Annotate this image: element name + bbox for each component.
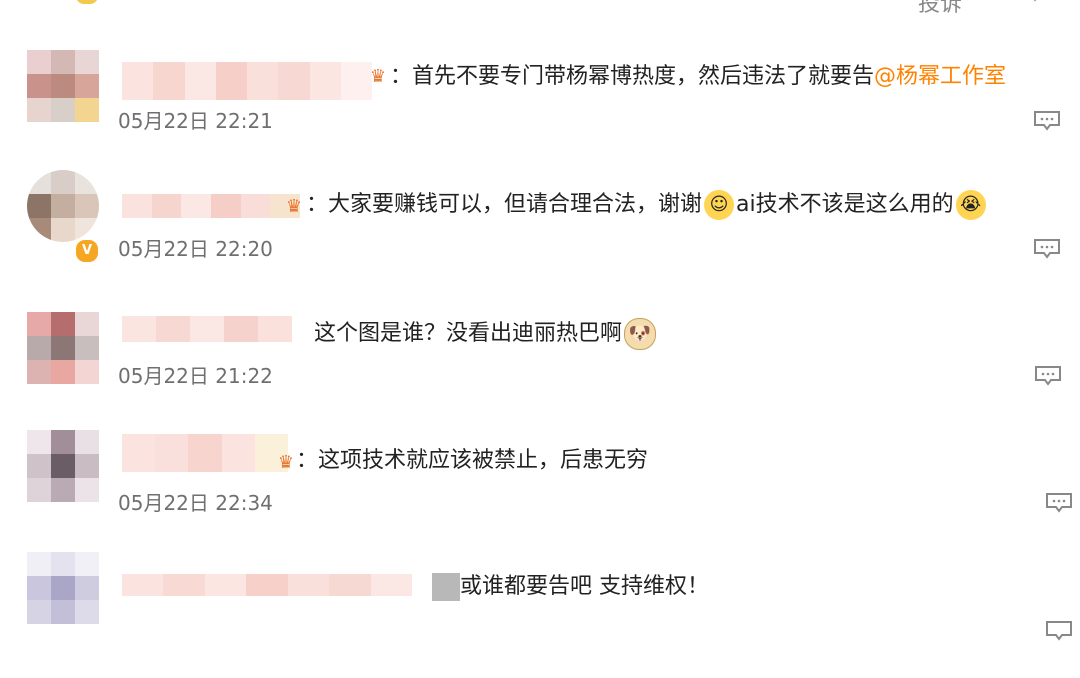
avatar[interactable] — [27, 170, 99, 242]
member-level-icon: ♛ — [369, 66, 387, 87]
comment-item: V ♛ ：大家要赚钱可以，但请合理合法，谢谢 ☺ ai技术不该是这么用的 😭 05月2… — [0, 170, 1080, 298]
reply-icon[interactable] — [1033, 110, 1061, 132]
comment-icon[interactable] — [1020, 0, 1050, 4]
avatar[interactable] — [27, 430, 99, 502]
username-blurred[interactable] — [122, 574, 412, 596]
comment-item: 或谁都要告吧 支持维权！ — [0, 550, 1080, 678]
redacted-block — [432, 573, 460, 601]
username-blurred[interactable] — [122, 316, 292, 342]
comment-text: 或谁都要告吧 支持维权！ — [432, 572, 709, 602]
comment-text: 这个图是谁？没看出迪丽热巴啊 🐶 — [314, 318, 658, 350]
comment-item: 这个图是谁？没看出迪丽热巴啊 🐶 05月22日 21:22 — [0, 312, 1080, 440]
comment-text: ：首先不要专门带杨幂博热度，然后违法了就要告@杨幂工作室 — [390, 64, 1007, 89]
avatar[interactable] — [27, 552, 99, 624]
comment-text: ：这项技术就应该被禁止，后患无穷 — [296, 448, 649, 473]
username-blurred[interactable] — [122, 62, 372, 100]
comment-item: ♛ ：这项技术就应该被禁止，后患无穷 05月22日 22:34 — [0, 430, 1080, 558]
crying-emoji-icon: 😭 — [955, 190, 986, 220]
comment-timestamp: 05月22日 22:21 — [118, 109, 273, 133]
reply-icon[interactable] — [1045, 620, 1073, 642]
reply-icon[interactable] — [1045, 492, 1073, 514]
comment-timestamp: 05月22日 22:34 — [118, 491, 273, 515]
username-blurred[interactable] — [122, 434, 288, 476]
comment-timestamp: 05月22日 22:20 — [118, 237, 273, 261]
member-level-icon: ♛ — [285, 196, 303, 217]
comment-item: ♛ ：首先不要专门带杨幂博热度，然后违法了就要告@杨幂工作室 05月22日 22… — [0, 50, 1080, 178]
avatar[interactable] — [27, 312, 99, 384]
report-button[interactable]: 投诉 — [918, 0, 962, 18]
reply-icon[interactable] — [1034, 365, 1062, 387]
avatar[interactable] — [27, 50, 99, 122]
doge-emoji-icon: 🐶 — [624, 318, 657, 350]
avatar-partial[interactable] — [76, 0, 98, 4]
username-blurred[interactable] — [122, 194, 300, 218]
hug-emoji-icon: ☺ — [704, 190, 735, 220]
comment-text: ：大家要赚钱可以，但请合理合法，谢谢 ☺ ai技术不该是这么用的 😭 — [306, 190, 988, 220]
verified-badge-icon: V — [74, 238, 100, 264]
member-level-icon: ♛ — [277, 452, 295, 473]
mention-link[interactable]: @杨幂工作室 — [874, 64, 1006, 89]
comment-timestamp: 05月22日 21:22 — [118, 364, 273, 388]
reply-icon[interactable] — [1033, 238, 1061, 260]
